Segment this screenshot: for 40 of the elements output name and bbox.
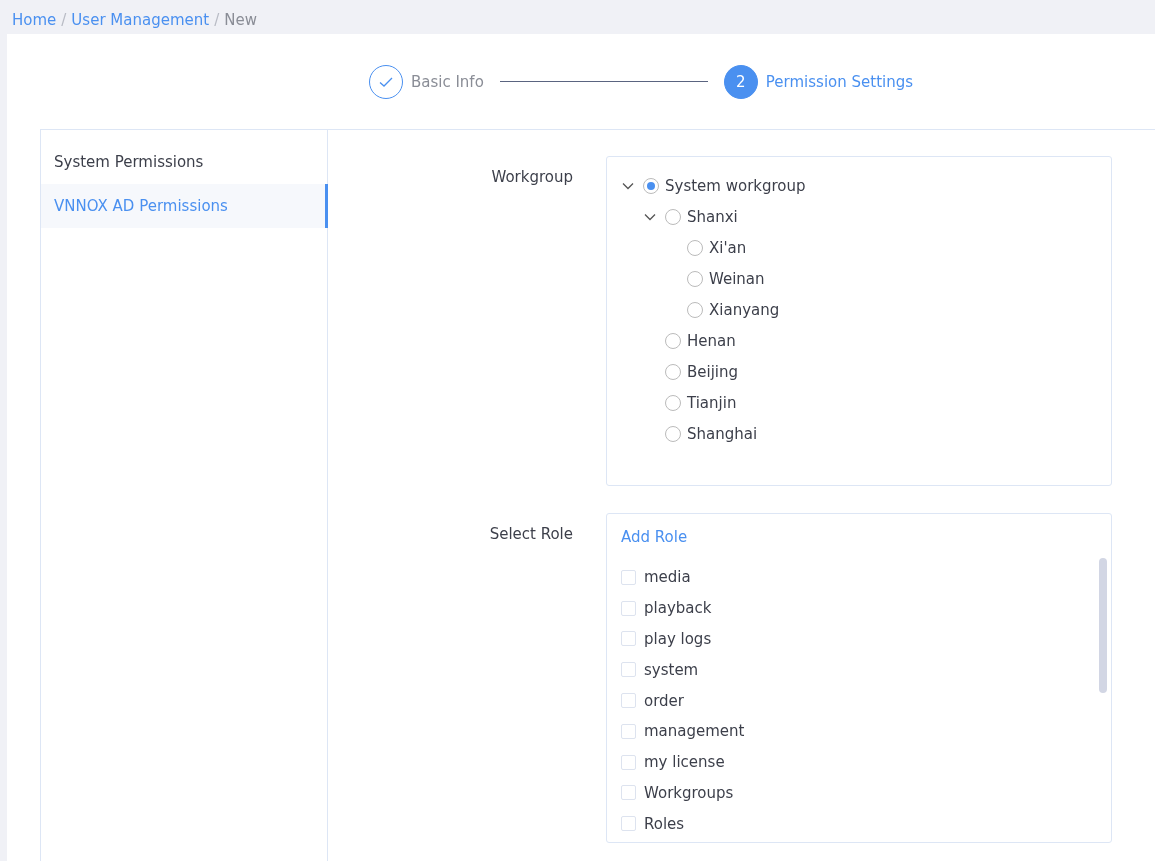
tree-item-label: Xi'an bbox=[709, 238, 747, 257]
role-label: Roles bbox=[644, 814, 685, 833]
step-label: Permission Settings bbox=[765, 72, 914, 91]
field-label: Workgroup bbox=[490, 167, 574, 186]
checkbox[interactable] bbox=[621, 631, 636, 647]
role-label: my license bbox=[644, 753, 725, 772]
role-label: play logs bbox=[644, 630, 712, 648]
role-label: management bbox=[644, 722, 745, 741]
checkbox[interactable] bbox=[621, 569, 636, 585]
tree-item-label: System workgroup bbox=[665, 176, 806, 195]
field-label: Select Role bbox=[488, 524, 574, 543]
tree-item-label: Xianyang bbox=[709, 300, 780, 319]
breadcrumb-link[interactable]: User Management bbox=[71, 10, 210, 29]
breadcrumb-separator: / bbox=[214, 10, 220, 29]
checkbox[interactable] bbox=[621, 693, 636, 709]
tree-item-label: Shanxi bbox=[687, 207, 738, 226]
tree-item-label: Shanghai bbox=[687, 424, 758, 443]
sidebar-item[interactable]: System Permissions bbox=[41, 140, 328, 184]
breadcrumb-separator: / bbox=[61, 10, 67, 29]
role-label: system bbox=[644, 660, 699, 679]
scrollbar-thumb[interactable] bbox=[1099, 558, 1107, 693]
add-role-link[interactable]: Add Role bbox=[621, 528, 688, 546]
tree-item-label: Tianjin bbox=[687, 393, 737, 412]
role-label: playback bbox=[644, 599, 712, 618]
role-label: media bbox=[644, 568, 691, 587]
checkbox[interactable] bbox=[621, 754, 636, 770]
breadcrumb-link[interactable]: Home bbox=[12, 10, 57, 29]
checkbox[interactable] bbox=[621, 785, 636, 801]
sidebar-item[interactable]: VNNOX AD Permissions bbox=[41, 184, 328, 228]
checkbox[interactable] bbox=[621, 600, 636, 616]
step-label: Basic Info bbox=[410, 72, 484, 91]
tree-item-label: Weinan bbox=[709, 269, 765, 288]
checkbox[interactable] bbox=[621, 723, 636, 739]
tree-item-label: Beijing bbox=[687, 362, 739, 381]
role-label: order bbox=[644, 691, 684, 710]
checkbox[interactable] bbox=[621, 662, 636, 678]
role-label: Workgroups bbox=[644, 783, 734, 802]
step-number-text: 2 bbox=[736, 72, 746, 91]
tree-item-label: Henan bbox=[687, 331, 736, 350]
checkbox[interactable] bbox=[621, 816, 636, 832]
